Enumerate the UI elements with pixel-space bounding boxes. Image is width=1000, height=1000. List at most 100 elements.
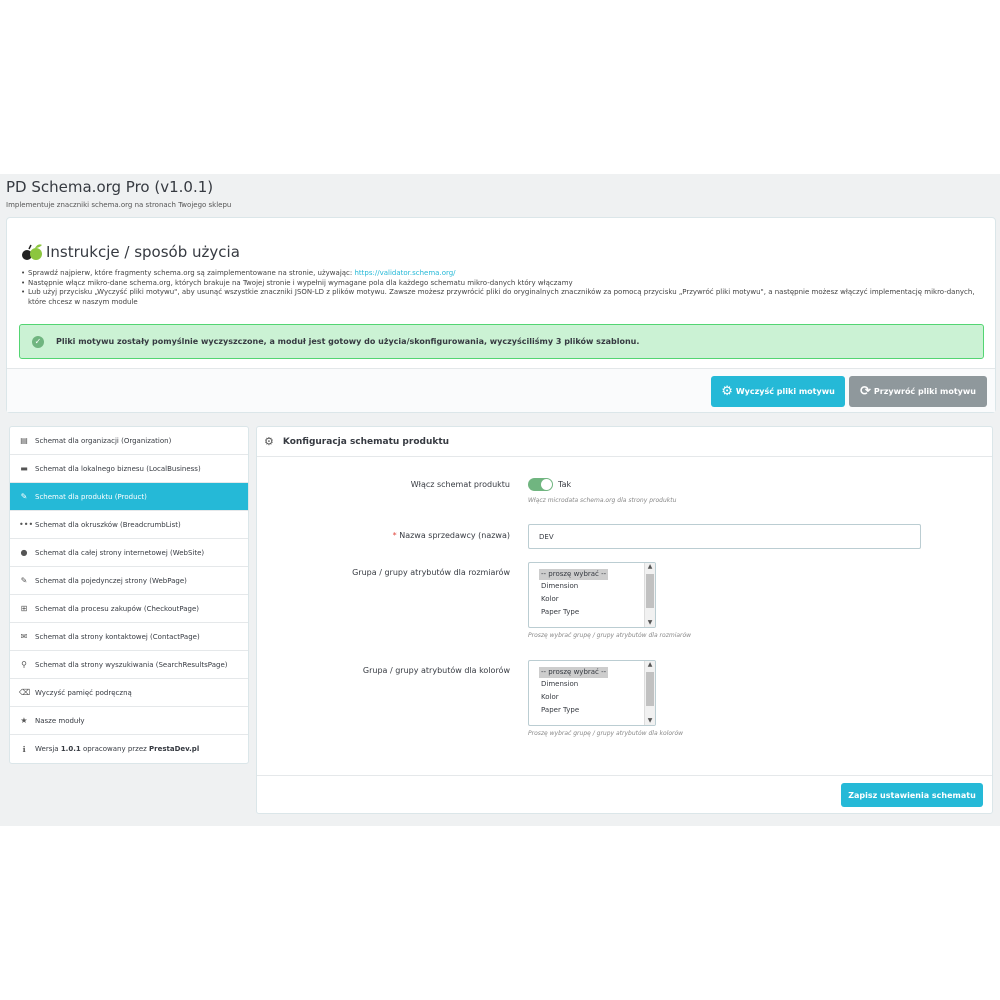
instructions-heading: Instrukcje / sposób użycia bbox=[21, 242, 240, 262]
sidebar-item-organization[interactable]: ▤ Schemat dla organizacji (Organization) bbox=[10, 427, 248, 455]
check-circle-icon: ✓ bbox=[32, 335, 44, 348]
select-scrollbar[interactable]: ▲ ▼ bbox=[644, 661, 655, 725]
clean-theme-files-button[interactable]: ⚙ Wyczyść pliki motywu bbox=[711, 376, 845, 407]
instruction-item: Następnie włącz mikro-dane schema.org, k… bbox=[21, 279, 981, 289]
color-attributes-help: Proszę wybrać grupę / grupy atrybutów dl… bbox=[528, 730, 684, 737]
info-icon: ℹ bbox=[22, 744, 26, 754]
sidebar-item-label: Nasze moduły bbox=[35, 716, 85, 725]
toggle-knob bbox=[541, 479, 552, 490]
briefcase-icon: ▬ bbox=[20, 464, 28, 473]
sidebar-item-label: Schemat dla całej strony internetowej (W… bbox=[35, 548, 205, 557]
config-panel-heading: ⚙ Konfiguracja schematu produktu bbox=[257, 427, 992, 457]
seller-name-label: * Nazwa sprzedawcy (nazwa) bbox=[260, 531, 510, 540]
version-by: opracowany przez bbox=[80, 745, 150, 753]
sidebar-item-version: ℹ Wersja 1.0.1 opracowany przez PrestaDev… bbox=[10, 735, 248, 763]
sidebar-item-checkout[interactable]: ⊞ Schemat dla procesu zakupów (CheckoutPa… bbox=[10, 595, 248, 623]
sidebar-item-label: Schemat dla strony wyszukiwania (SearchR… bbox=[35, 660, 228, 669]
select-option[interactable]: -- proszę wybrać -- bbox=[539, 667, 609, 678]
sidebar-item-label: Wyczyść pamięć podręczną bbox=[35, 688, 132, 697]
scroll-down-icon[interactable]: ▼ bbox=[645, 619, 655, 626]
instructions-panel: Instrukcje / sposób użycia Sprawdź najpi… bbox=[6, 217, 996, 413]
select-option[interactable]: Dimension bbox=[529, 678, 655, 691]
enable-schema-toggle[interactable] bbox=[528, 478, 553, 491]
instruction-item: Sprawdź najpierw, które fragmenty schema… bbox=[21, 269, 981, 279]
size-attributes-label: Grupa / grupy atrybutów dla rozmiarów bbox=[352, 568, 510, 577]
cogs-icon: ⚙ bbox=[264, 435, 274, 448]
module-config-page: PD Schema.org Pro (v1.0.1) Implementuje … bbox=[0, 174, 1000, 826]
product-schema-config-panel: ⚙ Konfiguracja schematu produktu Włącz s… bbox=[256, 426, 993, 814]
color-attributes-label: Grupa / grupy atrybutów dla kolorów bbox=[362, 666, 510, 675]
enable-schema-help: Włącz microdata schema.org dla strony pr… bbox=[528, 497, 677, 504]
config-panel-footer: Zapisz ustawienia schematu bbox=[257, 775, 992, 813]
scroll-down-icon[interactable]: ▼ bbox=[645, 717, 655, 724]
star-icon: ★ bbox=[20, 716, 28, 725]
seller-name-label-text: Nazwa sprzedawcy (nazwa) bbox=[399, 531, 510, 540]
restore-theme-files-label: Przywróć pliki motywu bbox=[873, 387, 976, 396]
page-subtitle: Implementuje znaczniki schema.org na str… bbox=[6, 201, 232, 209]
sidebar-item-label: Schemat dla organizacji (Organization) bbox=[35, 436, 172, 445]
ellipsis-icon: ••• bbox=[19, 520, 34, 529]
building-icon: ▤ bbox=[20, 436, 28, 445]
sidebar-item-product[interactable]: ✎ Schemat dla produktu (Product) bbox=[10, 483, 248, 511]
trash-icon: ⌫ bbox=[19, 688, 31, 697]
sidebar-item-label: Schemat dla produktu (Product) bbox=[35, 492, 147, 501]
seller-name-input[interactable]: DEV bbox=[528, 524, 921, 549]
sidebar-item-search-results[interactable]: ⚲ Schemat dla strony wyszukiwania (Search… bbox=[10, 651, 248, 679]
scrollbar-thumb[interactable] bbox=[646, 672, 654, 706]
gear-icon: ⚙ bbox=[721, 384, 733, 399]
envelope-icon: ✉ bbox=[20, 632, 28, 641]
select-option[interactable]: -- proszę wybrać -- bbox=[539, 569, 609, 580]
config-panel-title: Konfiguracja schematu produktu bbox=[282, 436, 450, 447]
sidebar-item-clear-cache[interactable]: ⌫ Wyczyść pamięć podręczną bbox=[10, 679, 248, 707]
schema-sidebar: ▤ Schemat dla organizacji (Organization) … bbox=[9, 426, 249, 764]
select-option[interactable]: Dimension bbox=[529, 580, 655, 593]
sidebar-item-breadcrumb[interactable]: ••• Schemat dla okruszków (BreadcrumbList… bbox=[10, 511, 248, 539]
instruction-text: Sprawdź najpierw, które fragmenty schema… bbox=[28, 269, 355, 277]
cart-icon: ⊞ bbox=[20, 604, 28, 613]
version-info: Wersja 1.0.1 opracowany przez PrestaDev.… bbox=[35, 745, 199, 753]
pencil-icon: ✎ bbox=[20, 576, 28, 585]
search-icon: ⚲ bbox=[21, 660, 27, 669]
prestadev-logo-icon bbox=[21, 242, 43, 262]
scrollbar-thumb[interactable] bbox=[646, 574, 654, 608]
select-option[interactable]: Paper Type bbox=[529, 606, 655, 619]
instructions-panel-footer: ⚙ Wyczyść pliki motywu ⟳ Przywróć pliki … bbox=[7, 368, 995, 412]
sidebar-item-label: Schemat dla okruszków (BreadcrumbList) bbox=[35, 520, 181, 529]
restore-theme-files-button[interactable]: ⟳ Przywróć pliki motywu bbox=[849, 376, 987, 407]
sidebar-item-contact[interactable]: ✉ Schemat dla strony kontaktowej (Contact… bbox=[10, 623, 248, 651]
save-schema-settings-button[interactable]: Zapisz ustawienia schematu bbox=[841, 783, 983, 807]
validator-link[interactable]: https://validator.schema.org/ bbox=[354, 269, 455, 277]
sidebar-item-label: Schemat dla procesu zakupów (CheckoutPag… bbox=[35, 604, 200, 613]
select-scrollbar[interactable]: ▲ ▼ bbox=[644, 563, 655, 627]
color-attributes-select[interactable]: -- proszę wybrać -- Dimension Kolor Pape… bbox=[528, 660, 656, 726]
instructions-title: Instrukcje / sposób użycia bbox=[46, 243, 240, 261]
instructions-list: Sprawdź najpierw, które fragmenty schema… bbox=[21, 269, 981, 307]
sidebar-item-label: Schemat dla strony kontaktowej (ContactP… bbox=[35, 632, 200, 641]
size-attributes-help: Proszę wybrać grupę / grupy atrybutów dl… bbox=[528, 632, 692, 639]
globe-icon: ● bbox=[20, 548, 28, 557]
scroll-up-icon[interactable]: ▲ bbox=[645, 661, 655, 668]
success-alert-message: Pliki motywu zostały pomyślnie wyczyszcz… bbox=[56, 337, 640, 346]
sidebar-item-label: Schemat dla pojedynczej strony (WebPage) bbox=[35, 576, 187, 585]
sidebar-item-website[interactable]: ● Schemat dla całej strony internetowej (… bbox=[10, 539, 248, 567]
page-title: PD Schema.org Pro (v1.0.1) bbox=[6, 178, 214, 196]
pencil-icon: ✎ bbox=[20, 492, 28, 501]
enable-schema-label: Włącz schemat produktu bbox=[410, 480, 510, 489]
sidebar-item-label: Schemat dla lokalnego biznesu (LocalBusi… bbox=[35, 464, 201, 473]
refresh-icon: ⟳ bbox=[860, 384, 871, 399]
select-option[interactable]: Kolor bbox=[529, 593, 655, 606]
size-attributes-select[interactable]: -- proszę wybrać -- Dimension Kolor Pape… bbox=[528, 562, 656, 628]
select-option[interactable]: Kolor bbox=[529, 691, 655, 704]
sidebar-item-our-modules[interactable]: ★ Nasze moduły bbox=[10, 707, 248, 735]
version-author: PrestaDev.pl bbox=[149, 745, 200, 753]
select-option[interactable]: Paper Type bbox=[529, 704, 655, 717]
instruction-item: Lub użyj przycisku „Wyczyść pliki motywu… bbox=[21, 288, 981, 307]
sidebar-item-local-business[interactable]: ▬ Schemat dla lokalnego biznesu (LocalBus… bbox=[10, 455, 248, 483]
success-alert: ✓ Pliki motywu zostały pomyślnie wyczysz… bbox=[19, 324, 984, 359]
clean-theme-files-label: Wyczyść pliki motywu bbox=[735, 387, 835, 396]
enable-schema-value: Tak bbox=[558, 480, 572, 489]
version-number: 1.0.1 bbox=[60, 745, 81, 753]
sidebar-item-webpage[interactable]: ✎ Schemat dla pojedynczej strony (WebPage… bbox=[10, 567, 248, 595]
scroll-up-icon[interactable]: ▲ bbox=[645, 563, 655, 570]
version-prefix: Wersja bbox=[35, 745, 61, 753]
